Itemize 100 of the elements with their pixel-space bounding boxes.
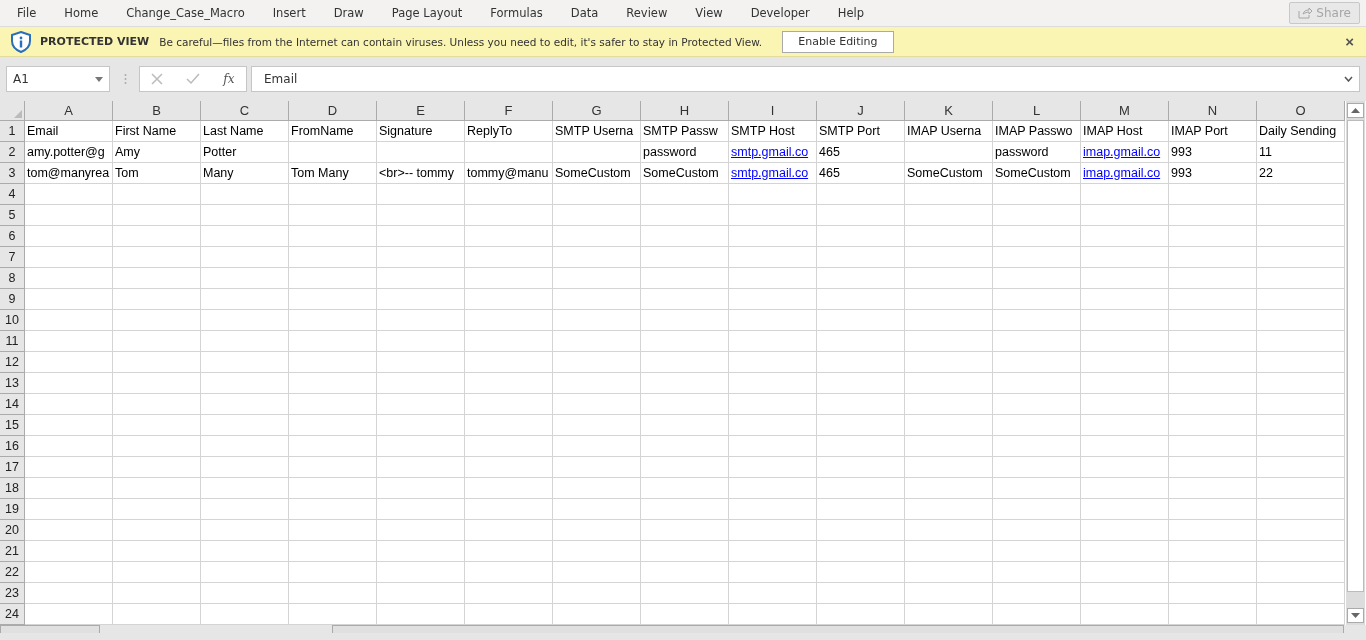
row-header[interactable]: 24 (0, 604, 25, 625)
table-cell-text: amy.potter@g (26, 144, 106, 161)
share-icon (1298, 7, 1313, 19)
expand-caret-icon[interactable] (1344, 76, 1353, 82)
table-cell-text: 465 (818, 165, 841, 182)
menu-tab[interactable]: View (695, 6, 723, 20)
row-header[interactable]: 16 (0, 436, 25, 457)
menu-tab[interactable]: Draw (333, 6, 364, 20)
row-header[interactable]: 21 (0, 541, 25, 562)
cell-link[interactable]: imap.gmail.co (1083, 166, 1161, 180)
table-cell-text: Signature (378, 123, 434, 140)
column-header[interactable]: M (1081, 101, 1169, 121)
table-cell-text: 993 (1170, 165, 1193, 182)
table-cell-text: password (994, 144, 1050, 161)
cancel-icon[interactable] (151, 73, 164, 85)
column-header[interactable]: F (465, 101, 553, 121)
table-cell-text: Tom Many (290, 165, 350, 182)
table-cell-text: Last Name (202, 123, 265, 140)
horizontal-scrollbar[interactable] (332, 625, 1344, 633)
table-cell-text: SMTP Host (730, 123, 796, 140)
row-header[interactable]: 15 (0, 415, 25, 436)
menu-tab[interactable]: Home (64, 6, 99, 20)
name-box[interactable]: A1 (6, 66, 110, 92)
table-cell-text: 22 (1258, 165, 1274, 182)
column-header[interactable]: G (553, 101, 641, 121)
row-header[interactable]: 22 (0, 562, 25, 583)
column-header[interactable]: C (201, 101, 289, 121)
menu-tab[interactable]: Page Layout (391, 6, 463, 20)
shield-info-icon (10, 30, 32, 53)
column-header[interactable]: B (113, 101, 201, 121)
formula-input[interactable]: Email (251, 66, 1360, 92)
table-cell-text: Tom (114, 165, 140, 182)
banner-title: PROTECTED VIEW (40, 35, 150, 48)
close-button[interactable]: × (1343, 33, 1356, 50)
row-header[interactable]: 6 (0, 226, 25, 247)
menu-tab[interactable]: Developer (750, 6, 810, 20)
column-header[interactable]: O (1257, 101, 1345, 121)
row-header[interactable]: 4 (0, 184, 25, 205)
menu-tab[interactable]: Help (837, 6, 864, 20)
table-cell-text: IMAP Host (1082, 123, 1144, 140)
row-header[interactable]: 11 (0, 331, 25, 352)
menu-tab[interactable]: Data (570, 6, 599, 20)
table-cell-text: Potter (202, 144, 238, 161)
column-header[interactable]: K (905, 101, 993, 121)
row-header[interactable]: 9 (0, 289, 25, 310)
table-cell-text: tom@manyrea (26, 165, 111, 182)
column-header[interactable]: I (729, 101, 817, 121)
row-header[interactable]: 12 (0, 352, 25, 373)
table-cell-text: SMTP Passw (642, 123, 719, 140)
row-header[interactable]: 5 (0, 205, 25, 226)
row-header[interactable]: 10 (0, 310, 25, 331)
menu-tab[interactable]: Review (626, 6, 668, 20)
table-cell-text: SMTP Userna (554, 123, 635, 140)
table-cell-text: IMAP Port (1170, 123, 1229, 140)
table-cell-text: 993 (1170, 144, 1193, 161)
column-header[interactable]: J (817, 101, 905, 121)
row-header[interactable]: 13 (0, 373, 25, 394)
row-header[interactable]: 1 (0, 121, 25, 142)
table-cell-text: ReplyTo (466, 123, 514, 140)
column-header[interactable]: D (289, 101, 377, 121)
table-cell-text: FromName (290, 123, 355, 140)
column-header[interactable]: H (641, 101, 729, 121)
column-header[interactable]: L (993, 101, 1081, 121)
table-cell-text: First Name (114, 123, 178, 140)
vertical-scrollbar[interactable] (1346, 101, 1365, 625)
row-header[interactable]: 23 (0, 583, 25, 604)
select-all-icon[interactable] (14, 110, 22, 118)
table-cell-text: 465 (818, 144, 841, 161)
column-header[interactable]: E (377, 101, 465, 121)
menu-tab[interactable]: Change_Case_Macro (126, 6, 245, 20)
cell-link[interactable]: smtp.gmail.co (731, 166, 809, 180)
menu-tab[interactable]: Insert (272, 6, 306, 20)
menu-tab[interactable]: Formulas (490, 6, 543, 20)
caret-icon[interactable] (95, 76, 103, 82)
enable-editing-button[interactable]: Enable Editing (782, 30, 894, 53)
row-header[interactable]: 18 (0, 478, 25, 499)
drag-handle-icon[interactable] (124, 73, 127, 85)
check-icon[interactable] (186, 73, 201, 85)
insert-function-button[interactable]: fx (223, 72, 235, 86)
banner-message: Be careful—files from the Internet can contain viruses. Unless you need to edit, it's safer to stay in Protected View. (159, 35, 763, 48)
table-cell-text: SomeCustom (994, 165, 1072, 182)
scroll-thumb[interactable] (1347, 120, 1364, 592)
row-header[interactable]: 7 (0, 247, 25, 268)
row-header[interactable]: 3 (0, 163, 25, 184)
column-header[interactable]: A (25, 101, 113, 121)
row-header[interactable]: 20 (0, 520, 25, 541)
cell-link[interactable]: imap.gmail.co (1083, 145, 1161, 159)
row-header[interactable]: 19 (0, 499, 25, 520)
row-header[interactable]: 17 (0, 457, 25, 478)
column-header[interactable]: N (1169, 101, 1257, 121)
row-header[interactable]: 14 (0, 394, 25, 415)
table-cell-text: tommy@manu (466, 165, 550, 182)
scroll-down-icon[interactable] (1347, 608, 1364, 623)
cell-link[interactable]: smtp.gmail.co (731, 145, 809, 159)
table-cell-text: SomeCustom (642, 165, 720, 182)
row-header[interactable]: 8 (0, 268, 25, 289)
table-cell-text: Daily Sending (1258, 123, 1338, 140)
scroll-up-icon[interactable] (1347, 103, 1364, 118)
menu-tab[interactable]: File (17, 6, 37, 20)
row-header[interactable]: 2 (0, 142, 25, 163)
